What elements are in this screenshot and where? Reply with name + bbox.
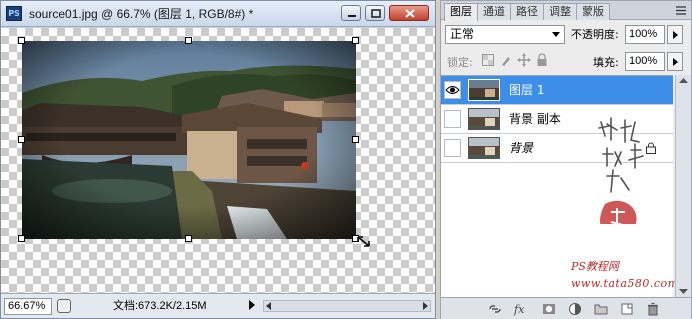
canvas-area[interactable]: [1, 28, 435, 293]
delete-layer-trash-icon[interactable]: [645, 302, 661, 316]
lock-position-move-icon[interactable]: [517, 53, 531, 67]
zoom-input[interactable]: 66.67%: [4, 298, 52, 315]
layers-panel: 图层 通道 路径 调整 蒙版 正常 不透明度: 100% 锁定: 填充: 100…: [440, 0, 692, 319]
lock-transparency-icon[interactable]: [481, 53, 495, 67]
close-icon: [405, 9, 415, 18]
blend-mode-value: 正常: [450, 27, 475, 41]
new-layer-icon[interactable]: [619, 302, 635, 316]
tab-channels[interactable]: 通道: [477, 3, 511, 20]
opacity-input[interactable]: 100%: [625, 25, 665, 44]
maximize-icon: [371, 9, 381, 18]
layer-thumbnail: [468, 108, 500, 130]
lock-all-icon[interactable]: [535, 53, 549, 67]
opacity-label: 不透明度:: [571, 28, 619, 41]
layer-thumbnail: [468, 137, 500, 159]
scroll-right-arrow-icon[interactable]: [419, 300, 431, 312]
transform-handle-left[interactable]: [18, 136, 25, 143]
layer-thumbnail-image: [469, 138, 499, 158]
status-menu-arrow-icon[interactable]: [249, 300, 255, 310]
transform-handle-right[interactable]: [352, 136, 359, 143]
watermark-site-url: www.tata580.com: [571, 277, 679, 290]
tab-layers[interactable]: 图层: [444, 3, 478, 21]
link-layers-icon[interactable]: [487, 302, 503, 316]
opacity-slider-button[interactable]: [667, 25, 683, 44]
layer-lock-icon: [646, 142, 656, 154]
transform-handle-top-right[interactable]: [352, 37, 359, 44]
minimize-icon: [348, 15, 356, 17]
resize-cursor-icon: [357, 236, 370, 247]
chevron-right-icon: [673, 31, 678, 39]
layer-style-fx-icon[interactable]: fx: [513, 302, 529, 316]
layer-name: 图层 1: [509, 83, 545, 97]
panel-menu-icon[interactable]: [674, 4, 688, 17]
layer-visibility-toggle[interactable]: [444, 81, 461, 99]
document-size-info: 文档:673.2K/2.15M: [113, 300, 207, 312]
document-title-bar[interactable]: PS source01.jpg @ 66.7% (图层 1, RGB/8#) *: [1, 1, 435, 27]
close-button[interactable]: [389, 5, 429, 21]
chevron-down-icon: [552, 32, 560, 37]
layer-list-scrollbar[interactable]: [675, 75, 691, 297]
lock-label: 锁定:: [447, 56, 473, 69]
horizontal-scrollbar[interactable]: [263, 300, 431, 312]
tab-adjustments[interactable]: 调整: [543, 3, 577, 20]
transform-handle-top[interactable]: [185, 37, 192, 44]
village-photo: [22, 41, 356, 239]
fill-label: 填充:: [593, 56, 619, 69]
lock-pixels-brush-icon[interactable]: [499, 53, 513, 67]
fill-input[interactable]: 100%: [625, 52, 665, 71]
tab-masks[interactable]: 蒙版: [576, 3, 610, 20]
layer-thumbnail-image: [469, 80, 499, 100]
tab-paths[interactable]: 路径: [510, 3, 544, 20]
layer-name: 背景: [509, 141, 534, 155]
eye-icon: [445, 86, 460, 94]
new-group-folder-icon[interactable]: [593, 302, 609, 316]
document-title: source01.jpg @ 66.7% (图层 1, RGB/8#) *: [29, 7, 254, 21]
panel-tab-bar: 图层 通道 路径 调整 蒙版: [441, 1, 691, 21]
document-image: [22, 41, 356, 239]
layer-thumbnail: [468, 79, 500, 101]
layer-list: 图层 1 背景 副本 背景 PS教程网 www.tata580.com: [441, 75, 678, 297]
layer-name: 背景 副本: [509, 112, 561, 126]
status-bar: 66.67% 文档:673.2K/2.15M: [1, 293, 435, 318]
transform-handle-top-left[interactable]: [18, 37, 25, 44]
minimize-button[interactable]: [341, 5, 361, 21]
layers-panel-footer: fx: [441, 297, 691, 319]
layer-row[interactable]: 背景: [441, 134, 673, 163]
maximize-button[interactable]: [365, 5, 385, 21]
layer-visibility-toggle[interactable]: [444, 139, 461, 157]
layer-visibility-toggle[interactable]: [444, 110, 461, 128]
status-info-icon[interactable]: [57, 299, 71, 313]
fill-slider-button[interactable]: [667, 52, 683, 71]
transform-handle-bottom-left[interactable]: [18, 235, 25, 242]
document-window: PS source01.jpg @ 66.7% (图层 1, RGB/8#) *: [0, 0, 436, 319]
layer-row[interactable]: 图层 1: [441, 76, 673, 105]
scroll-up-arrow-icon[interactable]: [676, 75, 691, 87]
svg-text:fx: fx: [513, 303, 525, 316]
scroll-down-arrow-icon[interactable]: [676, 285, 691, 297]
layer-thumbnail-image: [469, 109, 499, 129]
scroll-left-arrow-icon[interactable]: [263, 300, 275, 312]
blend-mode-select[interactable]: 正常: [445, 25, 565, 44]
adjustment-layer-icon[interactable]: [567, 302, 583, 316]
chevron-right-icon: [673, 58, 678, 66]
layer-row[interactable]: 背景 副本: [441, 105, 673, 134]
watermark-site-name: PS教程网: [571, 260, 619, 273]
transform-handle-bottom[interactable]: [185, 235, 192, 242]
photoshop-app-icon: PS: [6, 6, 22, 21]
add-layer-mask-icon[interactable]: [541, 302, 557, 316]
